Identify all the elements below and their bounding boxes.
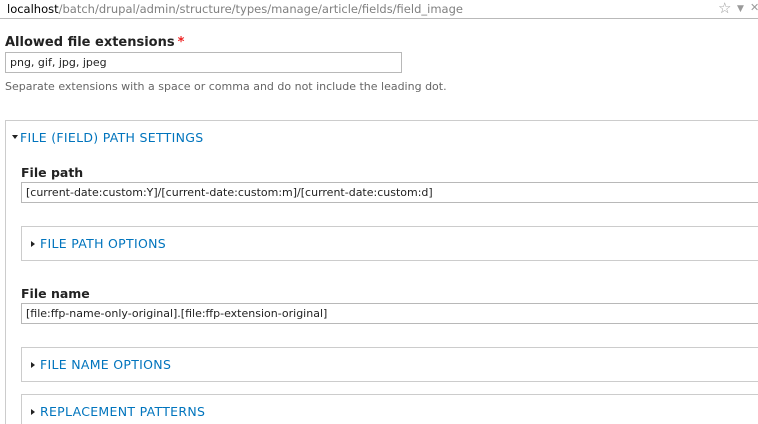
file-name-options-legend: File Name options	[40, 357, 172, 372]
expand-triangle-icon	[31, 408, 35, 415]
file-name-input[interactable]	[21, 303, 758, 324]
file-path-options-fieldset: File Path options	[21, 226, 758, 261]
file-path-options-legend: File Path options	[40, 236, 166, 251]
file-name-label: File name	[21, 286, 90, 301]
collapse-triangle-icon	[12, 134, 18, 139]
url-text[interactable]: localhost/batch/drupal/admin/structure/t…	[7, 2, 463, 16]
file-path-input[interactable]	[21, 182, 758, 203]
star-icon[interactable]: ☆	[718, 0, 731, 17]
address-bar[interactable]: localhost/batch/drupal/admin/structure/t…	[0, 0, 758, 19]
url-path: /batch/drupal/admin/structure/types/mana…	[58, 2, 463, 16]
path-settings-legend: File (Field) Path settings	[20, 130, 204, 145]
replacement-patterns-toggle[interactable]: Replacement patterns	[31, 404, 205, 419]
close-icon[interactable]: ✕	[750, 2, 758, 14]
allowed-extensions-input[interactable]	[5, 52, 402, 73]
path-settings-toggle[interactable]: File (Field) Path settings	[12, 130, 203, 145]
url-host: localhost	[7, 2, 59, 16]
replacement-patterns-fieldset: Replacement patterns	[21, 394, 758, 424]
file-name-options-toggle[interactable]: File Name options	[31, 357, 171, 372]
required-mark: *	[177, 35, 185, 50]
allowed-extensions-description: Separate extensions with a space or comm…	[5, 80, 447, 93]
replacement-patterns-legend: Replacement patterns	[40, 404, 206, 419]
file-path-options-toggle[interactable]: File Path options	[31, 236, 166, 251]
expand-triangle-icon	[31, 240, 35, 247]
allowed-extensions-label: Allowed file extensions *	[5, 35, 184, 51]
file-name-options-fieldset: File Name options	[21, 347, 758, 382]
allowed-extensions-label-text: Allowed file extensions	[5, 35, 175, 50]
expand-triangle-icon	[31, 361, 35, 368]
dropdown-icon[interactable]: ▼	[737, 3, 744, 15]
file-path-label: File path	[21, 165, 84, 180]
